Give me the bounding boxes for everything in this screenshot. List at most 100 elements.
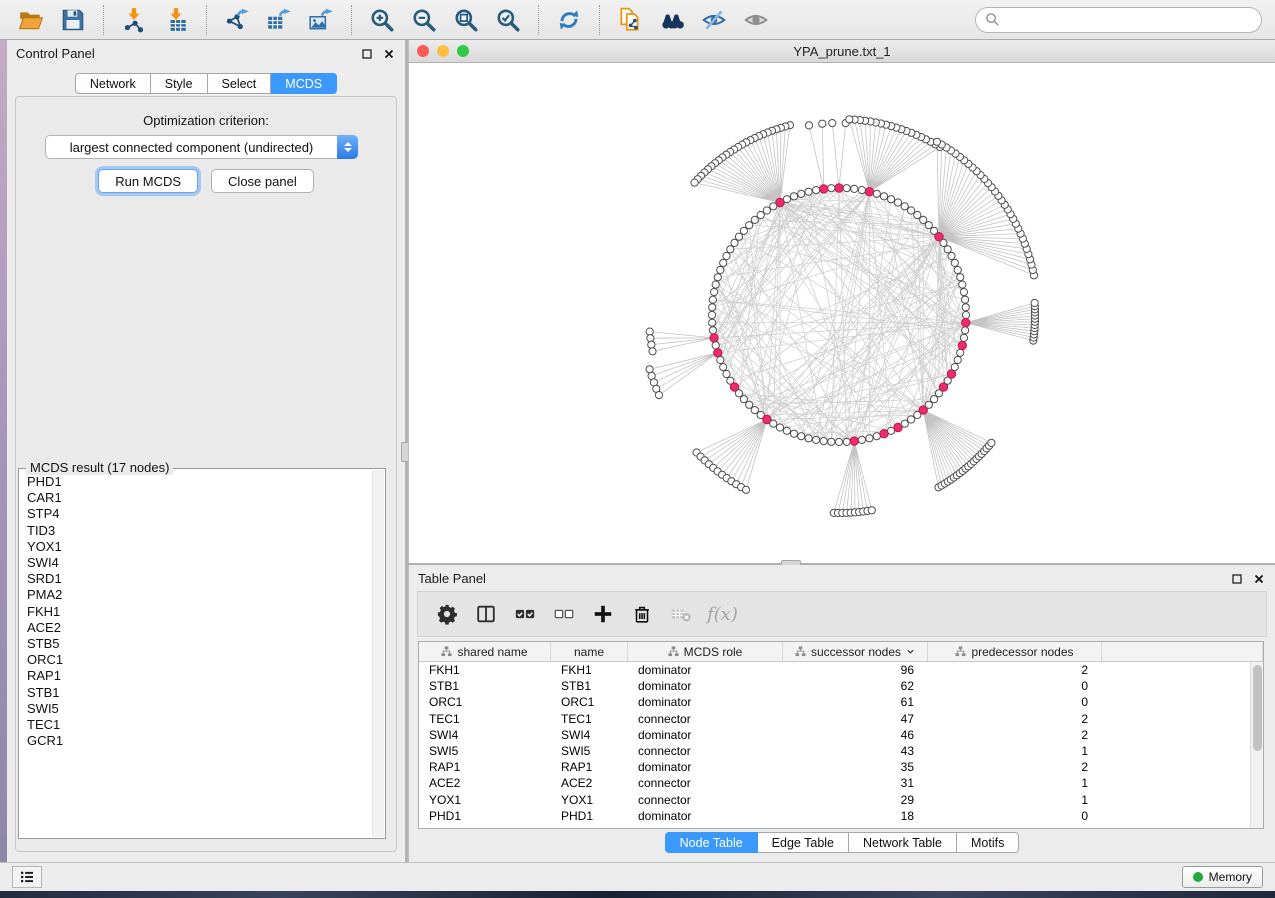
- graph-mcds-node[interactable]: [962, 319, 970, 327]
- graph-ring-node[interactable]: [959, 281, 966, 288]
- mcds-result-node[interactable]: YOX1: [27, 539, 371, 555]
- table-tab-node-table[interactable]: Node Table: [665, 832, 758, 853]
- graph-ring-node[interactable]: [776, 424, 783, 431]
- graph-ring-node[interactable]: [820, 438, 827, 445]
- graph-ring-node[interactable]: [714, 274, 721, 281]
- graph-ring-node[interactable]: [746, 222, 753, 229]
- graph-leaf-node[interactable]: [649, 348, 656, 355]
- graph-leaf-node[interactable]: [988, 439, 995, 446]
- table-row[interactable]: YOX1YOX1connector291: [419, 792, 1250, 808]
- graph-ring-node[interactable]: [908, 207, 915, 214]
- graph-ring-node[interactable]: [828, 438, 835, 445]
- search-input[interactable]: [1006, 10, 1252, 30]
- node-table-scrollbar[interactable]: [1250, 662, 1263, 828]
- table-row[interactable]: SWI4SWI4dominator462: [419, 727, 1250, 743]
- graph-ring-node[interactable]: [751, 407, 758, 414]
- table-row[interactable]: STB1STB1dominator620: [419, 678, 1250, 694]
- graph-ring-node[interactable]: [951, 259, 958, 266]
- graph-leaf-node[interactable]: [933, 138, 940, 145]
- close-panel-button[interactable]: Close panel: [211, 169, 314, 193]
- graph-ring-node[interactable]: [720, 259, 727, 266]
- mcds-result-node[interactable]: STP4: [27, 506, 371, 522]
- graph-leaf-node[interactable]: [691, 179, 698, 186]
- mcds-result-node[interactable]: RAP1: [27, 668, 371, 684]
- save-session-button[interactable]: [58, 5, 88, 35]
- graph-ring-node[interactable]: [957, 349, 964, 356]
- graph-ring-node[interactable]: [712, 342, 719, 349]
- mcds-result-node[interactable]: GCR1: [27, 733, 371, 749]
- graph-ring-node[interactable]: [901, 420, 908, 427]
- mcds-result-node[interactable]: CAR1: [27, 490, 371, 506]
- graph-ring-node[interactable]: [813, 436, 820, 443]
- graph-ring-node[interactable]: [858, 436, 865, 443]
- graph-leaf-node[interactable]: [646, 328, 653, 335]
- clone-network-button[interactable]: [615, 5, 645, 35]
- graph-ring-node[interactable]: [770, 420, 777, 427]
- graph-ring-node[interactable]: [770, 203, 777, 210]
- mcds-result-node[interactable]: ORC1: [27, 652, 371, 668]
- graph-ring-node[interactable]: [948, 252, 955, 259]
- graph-ring-node[interactable]: [843, 185, 850, 192]
- table-tab-motifs[interactable]: Motifs: [957, 832, 1019, 853]
- node-table-scrollbar-thumb[interactable]: [1253, 665, 1262, 751]
- column-header-MCDS-role[interactable]: MCDS role: [628, 642, 783, 661]
- graph-ring-node[interactable]: [931, 396, 938, 403]
- graph-mcds-node[interactable]: [710, 334, 718, 342]
- graph-ring-node[interactable]: [962, 327, 969, 334]
- graph-ring-node[interactable]: [960, 334, 967, 341]
- graph-mcds-node[interactable]: [714, 349, 722, 357]
- graph-mcds-node[interactable]: [820, 185, 828, 193]
- zoom-fit-button[interactable]: [451, 5, 481, 35]
- deselect-all-rows-button[interactable]: [551, 601, 577, 627]
- graph-ring-node[interactable]: [908, 416, 915, 423]
- column-header-successor-nodes[interactable]: successor nodes: [783, 642, 928, 661]
- graph-ring-node[interactable]: [709, 327, 716, 334]
- graph-leaf-node[interactable]: [805, 122, 812, 129]
- mcds-result-node[interactable]: STB1: [27, 685, 371, 701]
- graph-ring-node[interactable]: [954, 266, 961, 273]
- mcds-result-node[interactable]: PHD1: [27, 474, 371, 490]
- graph-ring-node[interactable]: [717, 266, 724, 273]
- graph-ring-node[interactable]: [888, 196, 895, 203]
- graph-ring-node[interactable]: [805, 435, 812, 442]
- graph-mcds-node[interactable]: [958, 341, 966, 349]
- graph-ring-node[interactable]: [717, 356, 724, 363]
- mcds-result-node[interactable]: SWI4: [27, 555, 371, 571]
- graph-leaf-node[interactable]: [1031, 299, 1038, 306]
- graph-ring-node[interactable]: [731, 239, 738, 246]
- graph-ring-node[interactable]: [746, 401, 753, 408]
- graph-mcds-node[interactable]: [850, 437, 858, 445]
- optimization-criterion-dropdown[interactable]: largest connected component (undirected): [45, 135, 358, 159]
- show-all-button[interactable]: [741, 5, 771, 35]
- close-panel-icon[interactable]: [382, 47, 396, 61]
- mcds-result-node[interactable]: SRD1: [27, 571, 371, 587]
- import-table-button[interactable]: [161, 5, 191, 35]
- graph-ring-node[interactable]: [720, 364, 727, 371]
- control-tab-mcds[interactable]: MCDS: [271, 73, 337, 94]
- close-table-panel-icon[interactable]: [1252, 572, 1266, 586]
- graph-ring-node[interactable]: [944, 246, 951, 253]
- graph-ring-node[interactable]: [962, 311, 969, 318]
- hide-selected-button[interactable]: [699, 5, 729, 35]
- graph-ring-node[interactable]: [866, 435, 873, 442]
- delete-column-button[interactable]: [629, 601, 655, 627]
- search-box[interactable]: [975, 7, 1262, 33]
- export-table-button[interactable]: [264, 5, 294, 35]
- graph-ring-node[interactable]: [843, 438, 850, 445]
- graph-ring-node[interactable]: [920, 216, 927, 223]
- table-settings-button[interactable]: [434, 601, 460, 627]
- graph-ring-node[interactable]: [901, 203, 908, 210]
- graph-ring-node[interactable]: [960, 289, 967, 296]
- column-header-shared-name[interactable]: shared name: [419, 642, 551, 661]
- graph-leaf-node[interactable]: [868, 507, 875, 514]
- graph-ring-node[interactable]: [894, 199, 901, 206]
- graph-ring-node[interactable]: [790, 430, 797, 437]
- graph-ring-node[interactable]: [798, 190, 805, 197]
- mcds-result-scrollbar[interactable]: [372, 470, 384, 837]
- graph-ring-node[interactable]: [723, 252, 730, 259]
- graph-leaf-node[interactable]: [742, 486, 749, 493]
- graph-ring-node[interactable]: [740, 396, 747, 403]
- graph-leaf-node[interactable]: [829, 120, 836, 127]
- run-mcds-button[interactable]: Run MCDS: [98, 169, 198, 193]
- graph-ring-node[interactable]: [880, 193, 887, 200]
